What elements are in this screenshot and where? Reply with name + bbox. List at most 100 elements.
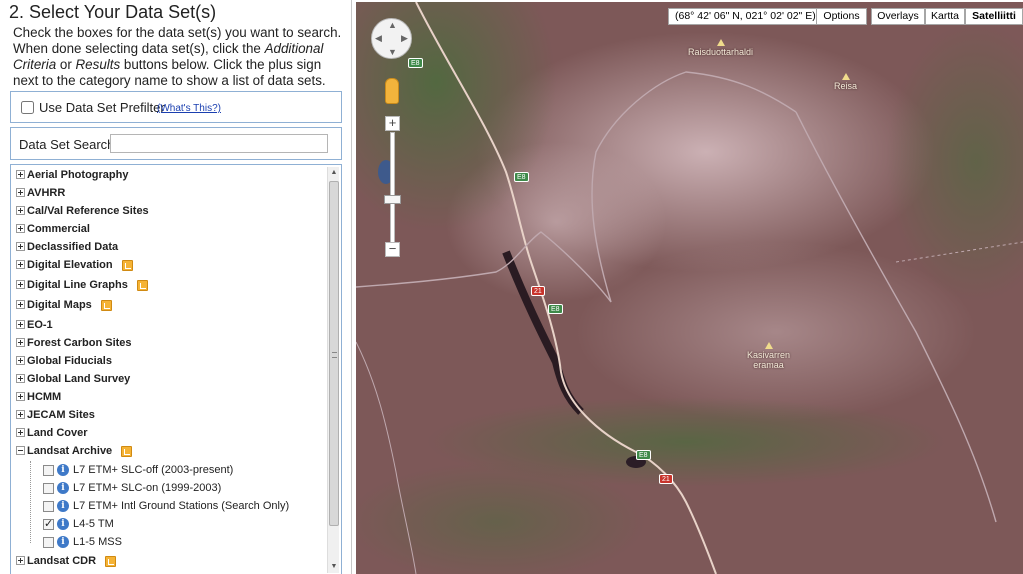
category-label[interactable]: JECAM Sites [27,409,95,421]
expand-icon[interactable] [16,224,25,233]
info-icon[interactable]: i [57,482,69,494]
place-kasivarren-eramaa: Kasivarren eramaa [747,342,790,370]
info-icon[interactable]: i [57,464,69,476]
expand-icon[interactable] [16,242,25,251]
dataset-checkbox[interactable] [43,483,54,494]
scroll-thumb[interactable] [329,181,339,526]
peak-icon [716,39,725,46]
dataset-tree: Aerial Photography AVHRR Cal/Val Reference… [10,164,342,574]
category-label[interactable]: Landsat CDR [27,555,96,567]
dataset-panel: 2. Select Your Data Set(s) Check the box… [0,0,352,574]
category-label[interactable]: EO-1 [27,319,53,331]
dataset-label: L7 ETM+ Intl Ground Stations (Search Onl… [73,500,290,512]
category-label[interactable]: Aerial Photography [27,169,128,181]
zoom-slider-handle[interactable] [384,195,401,204]
dataset-label: L7 ETM+ SLC-on (1999-2003) [73,482,222,494]
expand-icon[interactable] [16,410,25,419]
category-label[interactable]: Land Cover [27,427,88,439]
coordinate-readout: (68° 42' 06" N, 021° 02' 02" E) [668,8,823,25]
category-label[interactable]: Cal/Val Reference Sites [27,205,149,217]
pan-control[interactable]: ▲ ▼ ◀ ▶ [371,18,412,59]
road-shield-21: 21 [531,286,545,296]
restricted-badge-icon[interactable] [121,446,132,457]
expand-icon[interactable] [16,320,25,329]
expand-icon[interactable] [16,338,25,347]
expand-icon[interactable] [16,280,25,289]
info-icon[interactable]: i [57,500,69,512]
category-label[interactable]: Digital Elevation [27,259,113,271]
prefilter-box: Use Data Set Prefilter (What's This?) [10,91,342,123]
category-label[interactable]: AVHRR [27,187,65,199]
options-button[interactable]: Options [816,8,867,25]
dataset-search-input[interactable] [110,134,328,153]
place-raisduottarhaldi: Raisduottarhaldi [688,39,753,57]
place-reisa: Reisa [834,73,857,91]
overlays-button[interactable]: Overlays [871,8,925,25]
dataset-checkbox[interactable] [43,517,54,530]
dataset-label: L1-5 MSS [73,536,122,548]
grip-icon [332,352,337,358]
category-label[interactable]: Declassified Data [27,241,118,253]
expand-icon[interactable] [16,392,25,401]
prefilter-label: Use Data Set Prefilter [39,100,165,115]
collapse-icon[interactable] [16,446,25,455]
expand-icon[interactable] [16,300,25,309]
expand-icon[interactable] [16,374,25,383]
dataset-label: L4-5 TM [73,518,114,530]
pan-left-icon[interactable]: ◀ [375,33,382,44]
road-shield-e8: E8 [514,172,529,182]
road-shield-e8: E8 [548,304,563,314]
road-shield-e8: E8 [636,450,651,460]
expand-icon[interactable] [16,206,25,215]
scroll-down-icon[interactable]: ▼ [328,561,340,573]
results-text: Results [75,57,121,72]
restricted-badge-icon[interactable] [122,260,133,271]
peak-icon [764,342,773,349]
dataset-search-box: Data Set Search: [10,127,342,160]
whats-this-link[interactable]: (What's This?) [157,103,221,114]
zoom-slider-track[interactable] [390,132,395,246]
pan-up-icon[interactable]: ▲ [388,20,397,30]
expand-icon[interactable] [16,428,25,437]
category-label[interactable]: Commercial [27,223,90,235]
category-label[interactable]: HCMM [27,391,61,403]
info-icon[interactable]: i [57,518,69,530]
road-shield-21: 21 [659,474,673,484]
category-label[interactable]: Digital Line Graphs [27,279,128,291]
satelliitti-button[interactable]: Satelliitti [965,8,1023,25]
category-label[interactable]: Forest Carbon Sites [27,337,132,349]
restricted-badge-icon[interactable] [105,556,116,567]
dataset-checkbox[interactable] [43,537,54,548]
kartta-button[interactable]: Kartta [925,8,965,25]
category-label[interactable]: Landsat Archive [27,445,112,457]
dataset-label: L7 ETM+ SLC-off (2003-present) [73,464,234,476]
expand-icon[interactable] [16,170,25,179]
instructions: Check the boxes for the data set(s) you … [13,25,342,88]
category-label[interactable]: Digital Maps [27,299,92,311]
scroll-up-icon[interactable]: ▲ [328,167,340,179]
restricted-badge-icon[interactable] [101,300,112,311]
expand-icon[interactable] [16,188,25,197]
pan-right-icon[interactable]: ▶ [401,33,408,44]
info-icon[interactable]: i [57,536,69,548]
pegman-icon[interactable] [385,78,399,104]
dataset-search-label: Data Set Search: [19,137,118,152]
restricted-badge-icon[interactable] [137,280,148,291]
tree-connector [30,461,31,543]
pan-down-icon[interactable]: ▼ [388,47,397,57]
expand-icon[interactable] [16,356,25,365]
category-label[interactable]: Global Land Survey [27,373,130,385]
expand-icon[interactable] [16,260,25,269]
expand-icon[interactable] [16,556,25,565]
prefilter-checkbox[interactable] [21,101,34,114]
category-label[interactable]: Global Fiducials [27,355,112,367]
map-view[interactable]: (68° 42' 06" N, 021° 02' 02" E) Options … [356,2,1023,574]
zoom-out-button[interactable]: − [385,242,400,257]
satellite-imagery [356,2,1023,574]
tree-scrollbar[interactable]: ▲ ▼ [327,167,339,573]
dataset-checkbox[interactable] [43,501,54,512]
peak-icon [841,73,850,80]
road-shield-e8: E8 [408,58,423,68]
dataset-checkbox[interactable] [43,465,54,476]
zoom-in-button[interactable]: + [385,116,400,131]
